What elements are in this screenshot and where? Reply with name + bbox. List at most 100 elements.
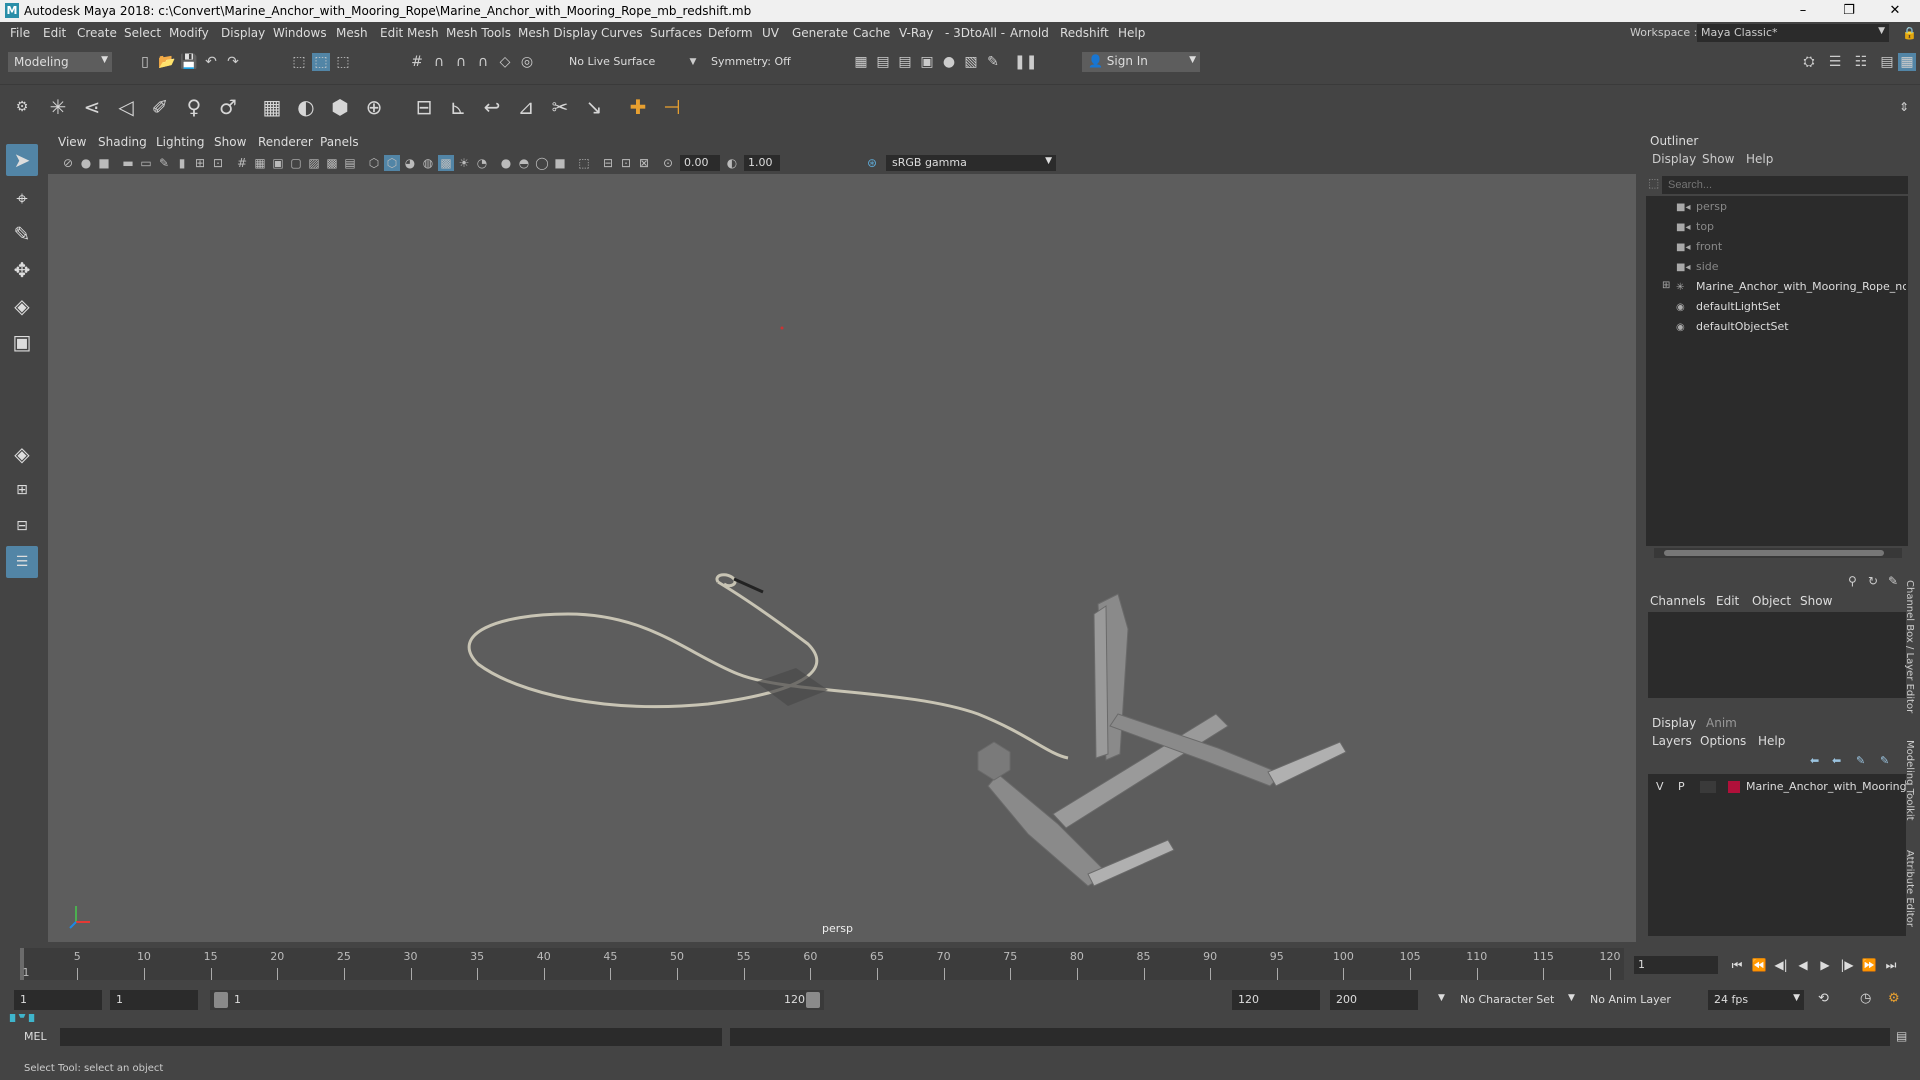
camera-lock-icon[interactable]: ▬ <box>120 155 136 171</box>
menu-set-dropdown[interactable]: Modeling ▼ <box>8 52 112 72</box>
outliner-item-default-light-set[interactable]: ◉ defaultLightSet <box>1676 298 1906 316</box>
outliner-toggle-icon[interactable]: ▤ <box>1878 53 1896 71</box>
channel-edit-menu[interactable]: Edit <box>1716 594 1739 608</box>
gate-mask-icon[interactable]: ⊠ <box>636 155 652 171</box>
four-view-layout-icon[interactable]: ⊞ <box>6 474 38 506</box>
menu-select[interactable]: Select <box>124 26 161 40</box>
anim-layer-label[interactable]: No Anim Layer <box>1590 993 1671 1006</box>
range-start-handle[interactable] <box>214 992 228 1008</box>
outliner-item-persp[interactable]: ■◂ persp <box>1676 198 1906 216</box>
hypershade-icon[interactable]: ● <box>940 53 958 71</box>
wireframe-icon[interactable]: ▦ <box>252 155 268 171</box>
menu-mesh[interactable]: Mesh <box>336 26 368 40</box>
snap-grid-icon[interactable]: # <box>408 53 426 71</box>
depth-of-field-icon[interactable]: ◯ <box>534 155 550 171</box>
grease-pencil-icon[interactable]: ✎ <box>156 155 172 171</box>
redo-icon[interactable]: ↷ <box>224 53 242 71</box>
time-slider-track[interactable]: 1 5 10 15 20 25 30 35 40 45 50 55 60 65 70 75 80 85 90 95 1… <box>20 948 1624 980</box>
menu-file[interactable]: File <box>10 26 30 40</box>
viewport-menu-lighting[interactable]: Lighting <box>156 135 205 149</box>
play-forward-icon[interactable]: ▶ <box>1816 956 1834 974</box>
mel-command-input[interactable] <box>60 1028 722 1046</box>
menu-windows[interactable]: Windows <box>273 26 327 40</box>
channel-box-toggle-icon[interactable]: ▦ <box>1898 53 1916 71</box>
current-frame-field[interactable]: 1 <box>1634 956 1718 974</box>
go-to-end-icon[interactable]: ⏭ <box>1882 956 1900 974</box>
menu-edit-mesh[interactable]: Edit Mesh <box>380 26 439 40</box>
bridge-icon[interactable]: ↩ <box>478 93 506 121</box>
new-scene-icon[interactable]: ▯ <box>136 53 154 71</box>
viewport-menu-show[interactable]: Show <box>214 135 246 149</box>
side-tab-channel-box[interactable]: Channel Box / Layer Editor <box>1904 580 1915 713</box>
move-layer-down-icon[interactable]: ⬅ <box>1832 754 1841 767</box>
layer-type-toggle[interactable] <box>1700 781 1716 793</box>
chevron-down-icon[interactable]: ▼ <box>684 53 702 71</box>
channel-object-menu[interactable]: Object <box>1752 594 1791 608</box>
single-perspective-layout-icon[interactable]: ◈ <box>6 438 38 470</box>
hik-icon[interactable]: ♀ <box>180 93 208 121</box>
workspace-dropdown[interactable]: Maya Classic* ▼ <box>1697 24 1889 42</box>
anim-start-field[interactable]: 1 <box>110 990 198 1010</box>
ep-curve-icon[interactable]: ◁ <box>112 93 140 121</box>
freeze-transform-icon[interactable]: ⊣ <box>658 93 686 121</box>
chevron-down-icon[interactable]: ▼ <box>1438 993 1445 1003</box>
2d-pan-zoom-icon[interactable]: ▭ <box>138 155 154 171</box>
menu-surfaces[interactable]: Surfaces <box>650 26 702 40</box>
menu-deform[interactable]: Deform <box>708 26 753 40</box>
layer-options-menu[interactable]: Options <box>1700 734 1746 748</box>
channel-box-refresh-icon[interactable]: ↻ <box>1868 574 1878 588</box>
motion-blur-icon[interactable]: ● <box>498 155 514 171</box>
play-backward-icon[interactable]: ◀ <box>1794 956 1812 974</box>
snap-view-plane-icon[interactable]: ◇ <box>496 53 514 71</box>
save-scene-icon[interactable]: 💾 <box>180 53 198 71</box>
side-tab-attribute-editor[interactable]: Attribute Editor <box>1904 850 1915 927</box>
smooth-shade-icon[interactable]: ▣ <box>270 155 286 171</box>
tab-anim[interactable]: Anim <box>1706 716 1737 730</box>
live-surface-field[interactable]: No Live Surface <box>563 53 663 71</box>
menu-display[interactable]: Display <box>221 26 265 40</box>
open-scene-icon[interactable]: 📂 <box>158 53 176 71</box>
select-object-icon[interactable]: ⬚ <box>312 53 330 71</box>
preferences-icon[interactable]: ⚙ <box>1888 991 1900 1006</box>
viewport-menu-renderer[interactable]: Renderer <box>258 135 313 149</box>
scale-tool-icon[interactable]: ▣ <box>6 326 38 358</box>
pause-icon[interactable]: ❚❚ <box>1014 53 1037 71</box>
rotate-tool-icon[interactable]: ◈ <box>6 290 38 322</box>
loop-icon[interactable]: ⟲ <box>1818 991 1829 1006</box>
filter-icon[interactable]: ⬚ <box>1648 176 1659 190</box>
shelf-scroll-icon[interactable]: ⇕ <box>1890 93 1918 121</box>
multi-cut-icon[interactable]: ✂ <box>546 93 574 121</box>
create-nurbs-icon[interactable]: ✳ <box>44 93 72 121</box>
light-icon[interactable]: ☀ <box>456 155 472 171</box>
menu-vray[interactable]: V-Ray <box>899 26 933 40</box>
viewport-3d-canvas[interactable]: persp <box>48 174 1636 942</box>
multisample-aa-icon[interactable]: ◓ <box>516 155 532 171</box>
side-tab-modeling-toolkit[interactable]: Modeling Toolkit <box>1904 740 1915 821</box>
layer-help-menu[interactable]: Help <box>1758 734 1785 748</box>
script-editor-icon[interactable]: ▤ <box>1896 1029 1907 1043</box>
bookmark-icon[interactable]: ● <box>78 155 94 171</box>
exposure-field[interactable]: 0.00 <box>680 155 720 171</box>
menu-3dtoall[interactable]: - 3DtoAll - <box>945 26 1005 40</box>
viewport-menu-shading[interactable]: Shading <box>98 135 147 149</box>
image-plane-icon[interactable]: ■ <box>96 155 112 171</box>
outliner-search-input[interactable] <box>1662 176 1908 194</box>
menu-mesh-display[interactable]: Mesh Display <box>518 26 598 40</box>
polygon-cube-icon[interactable]: ▦ <box>258 93 286 121</box>
move-layer-up-icon[interactable]: ⬅ <box>1810 754 1819 767</box>
render-frame-icon[interactable]: ▤ <box>874 53 892 71</box>
menu-edit[interactable]: Edit <box>43 26 66 40</box>
layer-playback-toggle[interactable]: P <box>1678 780 1685 793</box>
outliner-item-side[interactable]: ■◂ side <box>1676 258 1906 276</box>
viewport-menu-panels[interactable]: Panels <box>320 135 359 149</box>
gamma-field[interactable]: 1.00 <box>744 155 780 171</box>
menu-create[interactable]: Create <box>77 26 117 40</box>
exposure-icon[interactable]: ⊙ <box>660 155 676 171</box>
extrude-icon[interactable]: ⊟ <box>410 93 438 121</box>
channel-show-menu[interactable]: Show <box>1800 594 1832 608</box>
lock-icon[interactable]: 🔒 <box>1902 26 1917 40</box>
range-slider-bar[interactable]: 1 120 <box>210 990 824 1010</box>
snap-projected-icon[interactable]: ∩ <box>474 53 492 71</box>
resolution-gate-icon[interactable]: ⊡ <box>210 155 226 171</box>
start-time-field[interactable]: 1 <box>14 990 102 1010</box>
